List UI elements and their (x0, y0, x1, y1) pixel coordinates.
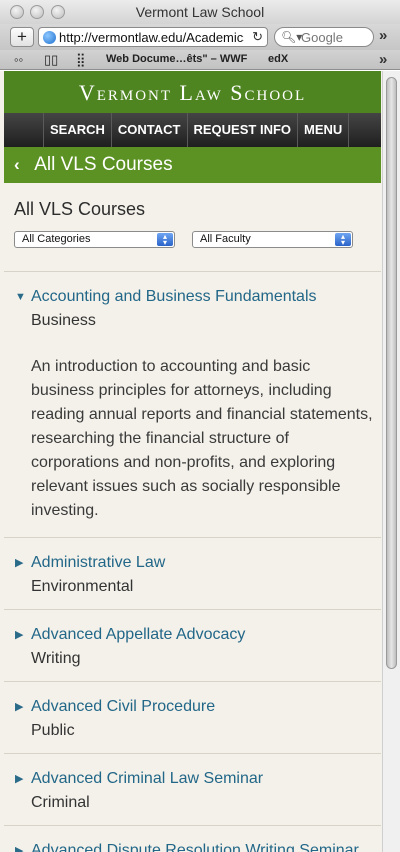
site-header: Vermont Law School (4, 71, 381, 113)
globe-icon (43, 31, 56, 44)
top-sites-grid-icon[interactable]: ⣿ (76, 52, 86, 68)
triangle-right-icon: ▶ (15, 773, 24, 785)
category-select[interactable]: All Categories ▴ ▾ (14, 231, 175, 248)
nav-contact-link[interactable]: CONTACT (110, 113, 187, 147)
address-bar[interactable]: http://vermontlaw.edu/Academics/Courses … (38, 27, 268, 47)
search-input[interactable]: 🔍︎▾ Google (274, 27, 374, 47)
course-description: An introduction to accounting and basic … (31, 358, 373, 519)
section-title: All VLS Courses (34, 154, 173, 175)
site-logo-title[interactable]: Vermont Law School (4, 71, 381, 115)
nav-menu-link[interactable]: MENU (297, 113, 350, 147)
course-item[interactable]: ▶ Administrative Law Environmental (4, 538, 381, 610)
triangle-right-icon: ▶ (15, 845, 24, 852)
faculty-select[interactable]: All Faculty ▴ ▾ (192, 231, 353, 248)
category-select-value: All Categories (22, 233, 91, 245)
course-category: Business (31, 312, 96, 329)
vertical-scrollbar[interactable] (382, 71, 400, 852)
course-list: ▼ Accounting and Business Fundamentals B… (4, 272, 381, 852)
toolbar-overflow-icon[interactable]: » (379, 27, 387, 44)
course-title-link[interactable]: Advanced Civil Procedure (31, 697, 381, 717)
page-title: All VLS Courses (14, 199, 146, 219)
course-title-link[interactable]: Accounting and Business Fundamentals (31, 287, 381, 307)
course-item[interactable]: ▶ Advanced Criminal Law Seminar Criminal (4, 754, 381, 826)
select-arrows-icon: ▴ ▾ (335, 233, 351, 247)
page-viewport: Vermont Law School SEARCH CONTACT REQUES… (0, 71, 400, 852)
course-category: Public (31, 722, 75, 739)
scrollbar-thumb[interactable] (386, 77, 397, 669)
course-title-link[interactable]: Advanced Dispute Resolution Writing Semi… (31, 841, 381, 852)
reload-icon[interactable]: ↻ (252, 29, 263, 45)
triangle-right-icon: ▶ (15, 557, 24, 569)
bookmark-item[interactable]: Web Docume…êts" – WWF (106, 53, 247, 65)
bookmarks-book-icon[interactable]: ▯▯ (44, 52, 58, 68)
bookmarks-bar: ◦◦ ▯▯ ⣿ Web Docume…êts" – WWF edX » (0, 50, 400, 70)
triangle-down-icon: ▼ (15, 291, 26, 303)
course-item[interactable]: ▶ Advanced Civil Procedure Public (4, 682, 381, 754)
course-category: Writing (31, 650, 81, 667)
nav-search-link[interactable]: SEARCH (43, 113, 111, 147)
select-arrows-icon: ▴ ▾ (157, 233, 173, 247)
page: Vermont Law School SEARCH CONTACT REQUES… (4, 71, 381, 852)
add-bookmark-button[interactable]: + (10, 27, 34, 47)
bookmarks-overflow-icon[interactable]: » (379, 51, 387, 68)
course-title-link[interactable]: Advanced Appellate Advocacy (31, 625, 381, 645)
course-item[interactable]: ▶ Advanced Appellate Advocacy Writing (4, 610, 381, 682)
filter-area: All VLS Courses All Categories ▴ ▾ All Fa… (4, 183, 381, 272)
course-title-link[interactable]: Advanced Criminal Law Seminar (31, 769, 381, 789)
course-item[interactable]: ▶ Advanced Dispute Resolution Writing Se… (4, 826, 381, 852)
faculty-select-value: All Faculty (200, 233, 251, 245)
triangle-right-icon: ▶ (15, 701, 24, 713)
course-title-link[interactable]: Administrative Law (31, 553, 381, 573)
window-titlebar: Vermont Law School (0, 0, 400, 24)
course-category: Criminal (31, 794, 90, 811)
chevron-left-icon: ‹ (14, 155, 20, 174)
search-placeholder: Google (301, 30, 343, 45)
bookmark-item[interactable]: edX (268, 53, 288, 65)
triangle-right-icon: ▶ (15, 629, 24, 641)
main-nav: SEARCH CONTACT REQUEST INFO MENU (4, 113, 381, 147)
nav-request-info-link[interactable]: REQUEST INFO (186, 113, 298, 147)
course-category: Environmental (31, 578, 134, 595)
reading-list-icon[interactable]: ◦◦ (14, 52, 23, 67)
search-icon: 🔍︎▾ (281, 30, 303, 44)
course-item[interactable]: ▼ Accounting and Business Fundamentals B… (4, 272, 381, 538)
window-title: Vermont Law School (135, 4, 265, 20)
section-back-bar[interactable]: ‹ All VLS Courses (4, 147, 381, 183)
browser-toolbar: + http://vermontlaw.edu/Academics/Course… (0, 24, 400, 50)
url-text: http://vermontlaw.edu/Academics/Courses (59, 30, 244, 45)
